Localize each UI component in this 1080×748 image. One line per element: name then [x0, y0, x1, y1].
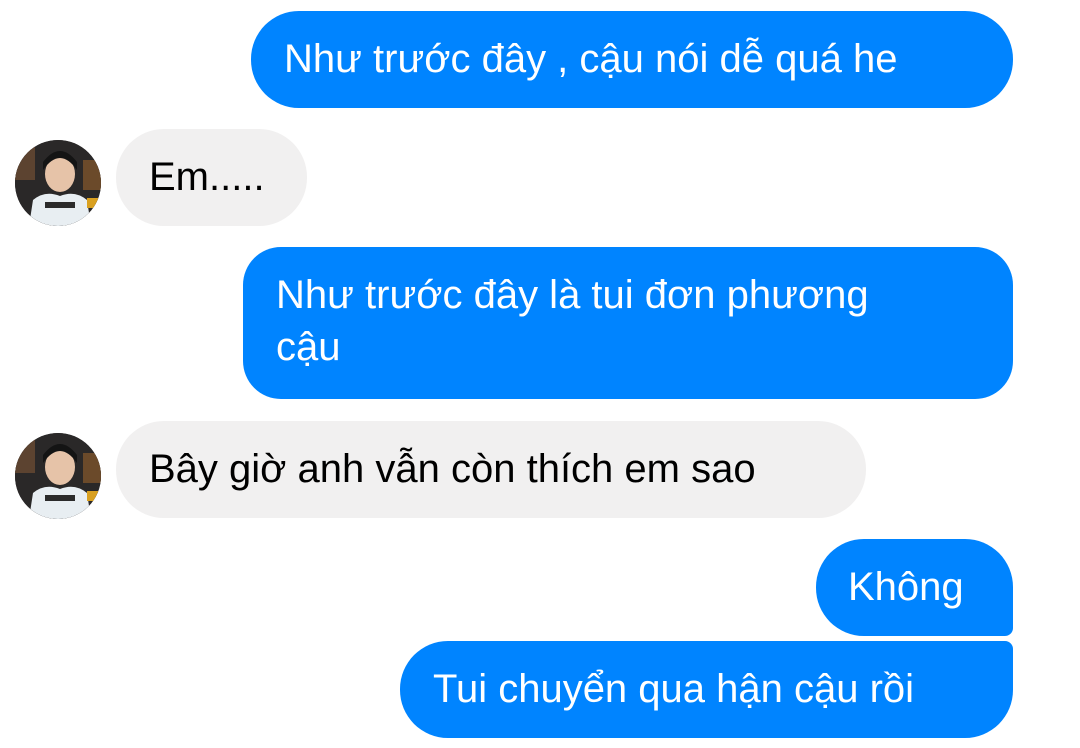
message-text: Như trước đây , cậu nói dễ quá he — [284, 37, 898, 81]
message-text: Bây giờ anh vẫn còn thích em sao — [149, 447, 756, 491]
message-text: Như trước đây là tui đơn phương cậu — [276, 273, 869, 369]
contact-avatar[interactable] — [15, 433, 101, 519]
avatar-photo-icon — [15, 433, 101, 519]
contact-avatar[interactable] — [15, 140, 101, 226]
message-bubble-outgoing[interactable]: Tui chuyển qua hận cậu rồi — [400, 641, 1013, 738]
message-bubble-outgoing[interactable]: Như trước đây , cậu nói dễ quá he — [251, 11, 1013, 108]
message-text: Em..... — [149, 155, 265, 199]
message-bubble-incoming[interactable]: Em..... — [116, 129, 307, 226]
message-text: Không — [848, 565, 964, 609]
message-text: Tui chuyển qua hận cậu rồi — [433, 667, 915, 711]
avatar-photo-icon — [15, 140, 101, 226]
message-bubble-incoming[interactable]: Bây giờ anh vẫn còn thích em sao — [116, 421, 866, 518]
message-bubble-outgoing[interactable]: Không — [816, 539, 1013, 636]
message-bubble-outgoing[interactable]: Như trước đây là tui đơn phương cậu — [243, 247, 1013, 399]
